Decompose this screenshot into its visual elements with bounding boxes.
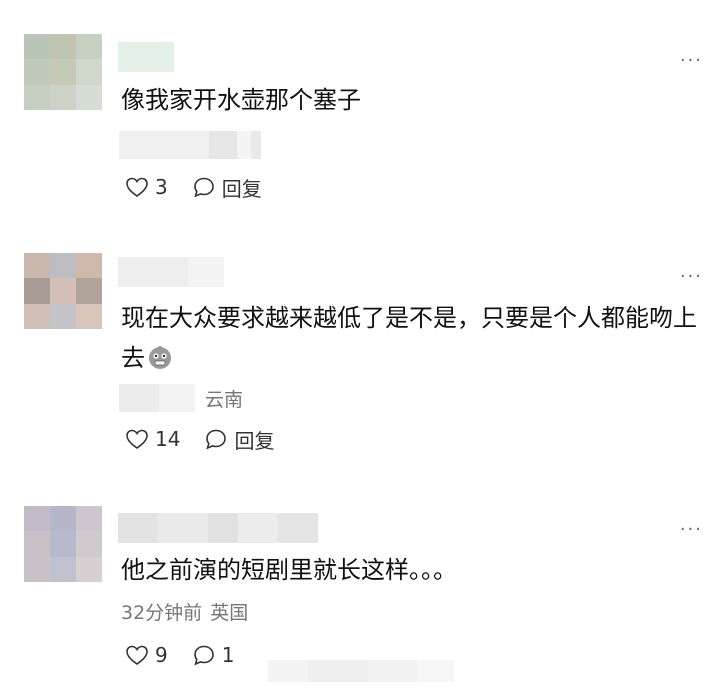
- comment-actions: 9 1: [125, 641, 258, 669]
- comment-actions: 3 回复: [125, 173, 286, 201]
- more-options-icon[interactable]: ···: [680, 268, 703, 286]
- reply-count: 1: [221, 643, 235, 667]
- comment-text: 像我家开水壶那个塞子: [121, 86, 361, 114]
- username[interactable]: [118, 257, 224, 287]
- avatar[interactable]: [24, 253, 102, 329]
- more-options-icon[interactable]: ···: [680, 521, 703, 539]
- comment-text: 他之前演的短剧里就长这样。。。: [121, 556, 457, 584]
- comment-bubble-icon: [193, 645, 214, 666]
- like-button[interactable]: 3: [125, 175, 168, 199]
- like-button[interactable]: 9: [125, 643, 168, 667]
- avatar[interactable]: [24, 34, 102, 110]
- comment-text-content: 现在大众要求越来越低了是不是，只要是个人都能吻上去: [121, 304, 697, 372]
- heart-icon: [126, 645, 148, 665]
- like-count: 3: [155, 175, 168, 199]
- avatar[interactable]: [24, 506, 102, 582]
- location-label: 云南: [205, 388, 244, 411]
- username[interactable]: [118, 513, 318, 543]
- like-button[interactable]: 14: [125, 427, 180, 451]
- comment-bubble-icon: [206, 429, 227, 450]
- like-count: 9: [155, 643, 168, 667]
- location-label: 英国: [210, 602, 249, 624]
- reply-button[interactable]: 回复: [192, 173, 262, 202]
- blurred-info: [119, 384, 195, 412]
- reply-button[interactable]: 回复: [204, 425, 274, 454]
- meta-row: [119, 131, 261, 159]
- reply-label: 回复: [234, 428, 275, 453]
- like-count: 14: [155, 427, 181, 451]
- timestamp: 32分钟前: [121, 602, 203, 624]
- comment-text: 现在大众要求越来越低了是不是，只要是个人都能吻上去: [121, 298, 711, 378]
- more-options-icon[interactable]: ···: [680, 52, 703, 70]
- heart-icon: [126, 429, 148, 449]
- blurred-overlay: [268, 660, 454, 682]
- blurred-info: [119, 131, 261, 159]
- reply-button[interactable]: 1: [192, 643, 235, 667]
- meta-row: 32分钟前 英国: [121, 599, 248, 627]
- comment-actions: 14 回复: [125, 425, 298, 453]
- username[interactable]: [118, 42, 174, 72]
- heart-icon: [126, 177, 148, 197]
- grimace-face-icon: [149, 346, 171, 369]
- reply-label: 回复: [221, 176, 262, 201]
- meta-row: 云南: [119, 384, 243, 412]
- comment-bubble-icon: [193, 177, 214, 198]
